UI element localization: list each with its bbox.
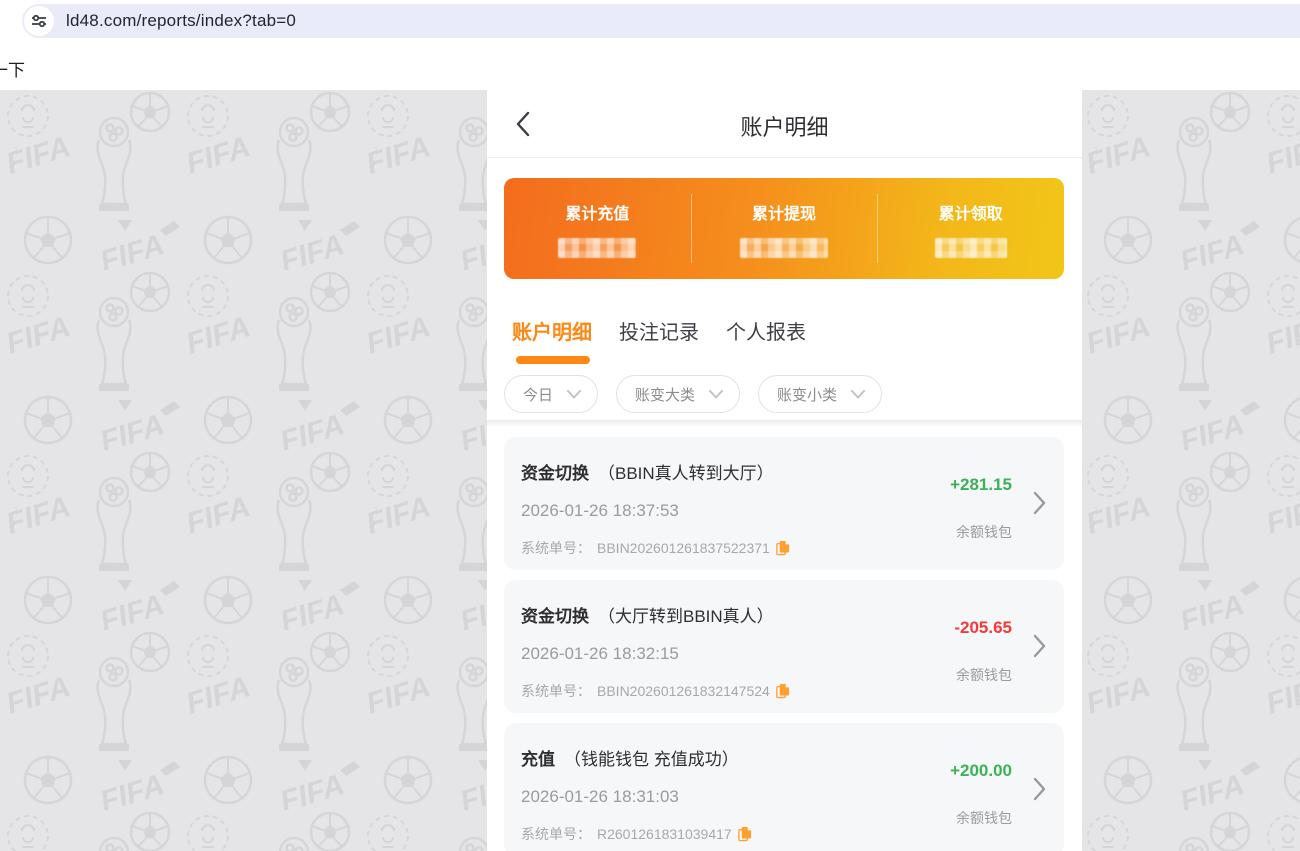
transaction-wallet: 余额钱包 — [956, 810, 1012, 826]
site-settings-icon[interactable] — [24, 6, 54, 36]
transaction-card[interactable]: 资金切换 （BBIN真人转到大厅） 2026-01-26 18:37:53 系统单… — [504, 437, 1064, 570]
transaction-card[interactable]: 充值 （钱能钱包 充值成功） 2026-01-26 18:31:03 系统单号： R… — [504, 723, 1064, 851]
copy-icon[interactable] — [776, 683, 790, 699]
tab-personal-report[interactable]: 个人报表 — [726, 316, 806, 363]
chevron-down-icon — [709, 389, 724, 398]
transaction-type: 充值 — [521, 750, 555, 769]
transaction-order-row: 系统单号： BBIN202601261837522371 — [521, 538, 790, 558]
order-label: 系统单号： — [521, 540, 591, 556]
filter-major-category-dropdown[interactable]: 账变大类 — [616, 375, 741, 413]
transaction-wallet: 余额钱包 — [956, 667, 1012, 683]
order-label: 系统单号： — [521, 683, 591, 699]
order-number: BBIN202601261837522371 — [597, 540, 770, 556]
filter-minor-category-label: 账变小类 — [777, 386, 838, 404]
page-title: 账户明细 — [740, 115, 829, 140]
clipped-text: 一下 — [0, 61, 25, 80]
filter-date-label: 今日 — [523, 386, 554, 404]
browser-address-bar: ld48.com/reports/index?tab=0 — [0, 0, 1300, 42]
header-shadow-divider — [487, 420, 1082, 427]
transaction-title: 资金切换 （大厅转到BBIN真人） — [521, 602, 774, 627]
summary-claim-value-masked — [934, 237, 1007, 258]
transaction-amount: +281.15 — [950, 475, 1012, 494]
transaction-title: 资金切换 （BBIN真人转到大厅） — [521, 459, 774, 484]
summary-withdraw-value-masked — [740, 237, 828, 258]
transaction-note: （BBIN真人转到大厅） — [598, 464, 774, 483]
chevron-down-icon — [567, 389, 582, 398]
transaction-list: 资金切换 （BBIN真人转到大厅） 2026-01-26 18:37:53 系统单… — [504, 437, 1064, 851]
transaction-type: 资金切换 — [521, 464, 589, 483]
filter-bar: 今日 账变大类 账变小类 — [504, 375, 883, 413]
summary-card: 累计充值 累计提现 累计领取 — [504, 178, 1064, 279]
transaction-note: （钱能钱包 充值成功） — [564, 750, 739, 769]
chevron-down-icon — [851, 389, 866, 398]
chevron-right-icon[interactable] — [1033, 634, 1046, 658]
url-pill[interactable]: ld48.com/reports/index?tab=0 — [22, 4, 1300, 38]
panel-header: 账户明细 — [487, 90, 1082, 158]
transaction-card[interactable]: 资金切换 （大厅转到BBIN真人） 2026-01-26 18:32:15 系统单… — [504, 580, 1064, 713]
page-background: FIFA FIFA 账户明细 累计充值 — [0, 90, 1300, 851]
transaction-datetime: 2026-01-26 18:37:53 — [521, 501, 679, 520]
order-number: R2601261831039417 — [597, 826, 732, 842]
summary-claim: 累计领取 — [877, 178, 1064, 279]
summary-claim-label: 累计领取 — [938, 205, 1003, 223]
transaction-wallet: 余额钱包 — [956, 524, 1012, 540]
tab-bar: 账户明细 投注记录 个人报表 — [512, 316, 806, 364]
filter-date-dropdown[interactable]: 今日 — [504, 375, 599, 413]
summary-withdraw-label: 累计提现 — [752, 205, 817, 223]
transaction-note: （大厅转到BBIN真人） — [598, 607, 774, 626]
filter-minor-category-dropdown[interactable]: 账变小类 — [758, 375, 883, 413]
transaction-order-row: 系统单号： BBIN202601261832147524 — [521, 681, 790, 701]
url-text[interactable]: ld48.com/reports/index?tab=0 — [66, 11, 296, 31]
transaction-datetime: 2026-01-26 18:31:03 — [521, 787, 679, 806]
order-label: 系统单号： — [521, 826, 591, 842]
summary-withdraw: 累计提现 — [690, 178, 878, 279]
transaction-title: 充值 （钱能钱包 充值成功） — [521, 745, 739, 770]
transaction-amount: +200.00 — [950, 761, 1012, 780]
filter-major-category-label: 账变大类 — [635, 386, 696, 404]
transaction-order-row: 系统单号： R2601261831039417 — [521, 824, 752, 844]
chevron-right-icon[interactable] — [1033, 777, 1046, 801]
order-number: BBIN202601261832147524 — [597, 683, 770, 699]
summary-deposit-label: 累计充值 — [565, 205, 630, 223]
chevron-right-icon[interactable] — [1033, 491, 1046, 515]
tab-bet-records[interactable]: 投注记录 — [619, 316, 699, 363]
summary-deposit: 累计充值 — [504, 178, 691, 279]
copy-icon[interactable] — [737, 826, 752, 842]
summary-deposit-value-masked — [558, 237, 637, 258]
transaction-type: 资金切换 — [521, 607, 589, 626]
page-top-strip: 一下 — [0, 42, 1300, 90]
copy-icon[interactable] — [776, 540, 790, 556]
tab-account-detail[interactable]: 账户明细 — [512, 316, 592, 364]
transaction-amount: -205.65 — [954, 618, 1012, 637]
account-panel: 账户明细 累计充值 累计提现 累计领取 账户明细 投注记录 个人报表 今日 账变… — [487, 90, 1082, 851]
screen: ld48.com/reports/index?tab=0 一下 — [0, 0, 1300, 851]
transaction-datetime: 2026-01-26 18:32:15 — [521, 644, 679, 663]
